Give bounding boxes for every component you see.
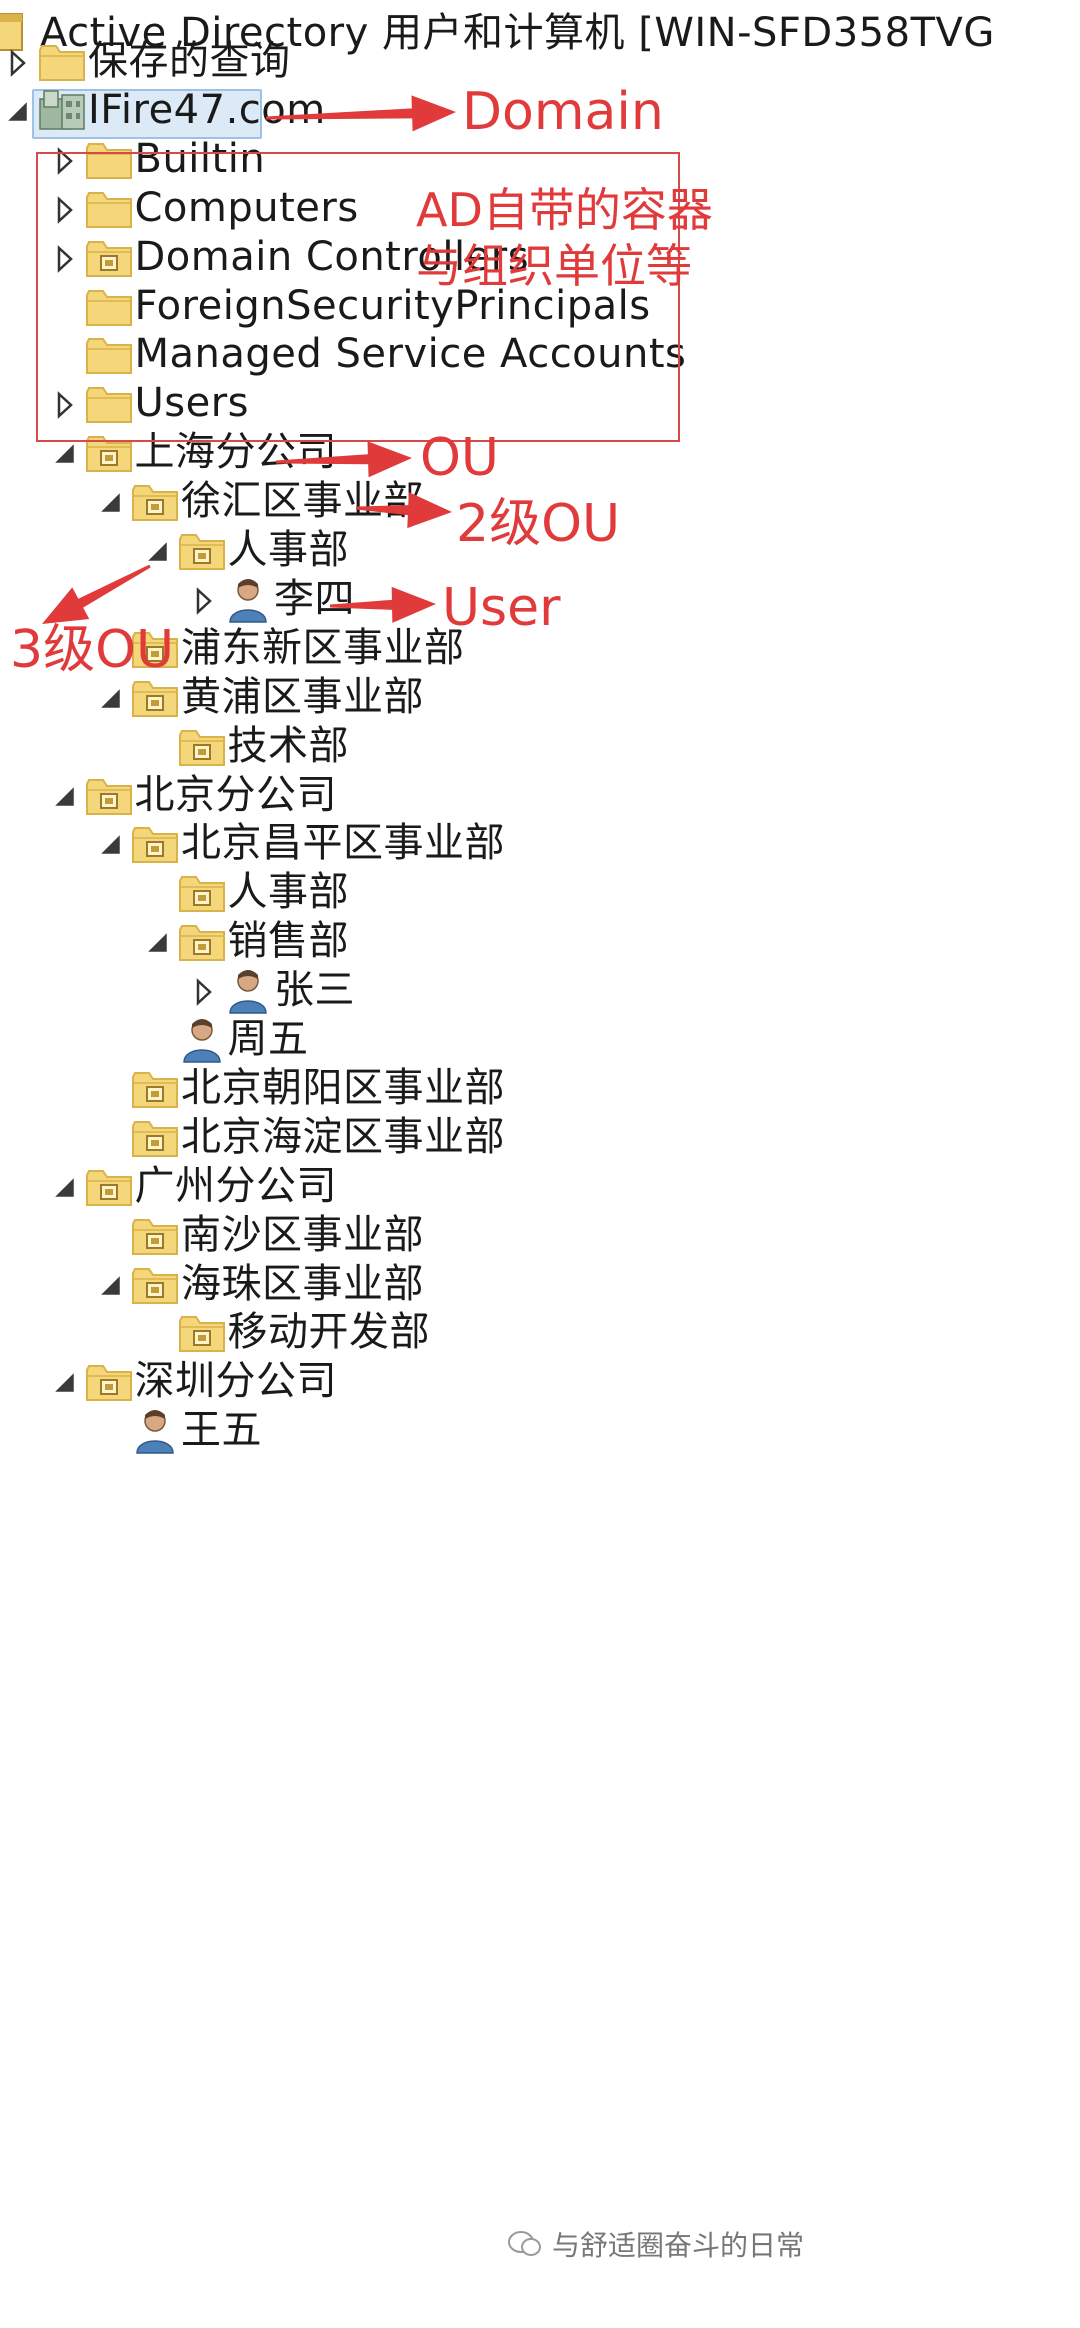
annotation-user: User [442, 578, 561, 638]
annotation-ou: OU [420, 428, 499, 488]
arrow-to-domain [265, 95, 456, 132]
wechat-icon [508, 2231, 541, 2256]
arrow-to-user [329, 586, 436, 623]
annotation-ou-level2: 2级OU [456, 494, 621, 554]
annotation-builtin-containers-text: AD自带的容器与组织单位等 [416, 183, 713, 293]
watermark-text: 与舒适圈奋斗的日常 [552, 2229, 805, 2262]
annotation-ou-level3: 3级OU [10, 620, 175, 680]
arrow-to-ou-level2 [355, 492, 452, 529]
annotation-builtin-containers: AD自带的容器与组织单位等 [416, 182, 716, 294]
arrow-to-ou [275, 441, 412, 478]
annotation-arrows [42, 95, 456, 624]
watermark: 与舒适圈奋斗的日常 [508, 2224, 804, 2264]
annotation-domain: Domain [462, 82, 664, 142]
arrow-to-ou-level3 [42, 564, 151, 624]
ad-users-computers-tree-panel: Active Directory 用户和计算机 [WIN-SFD358TVG 保… [0, 0, 1080, 2328]
